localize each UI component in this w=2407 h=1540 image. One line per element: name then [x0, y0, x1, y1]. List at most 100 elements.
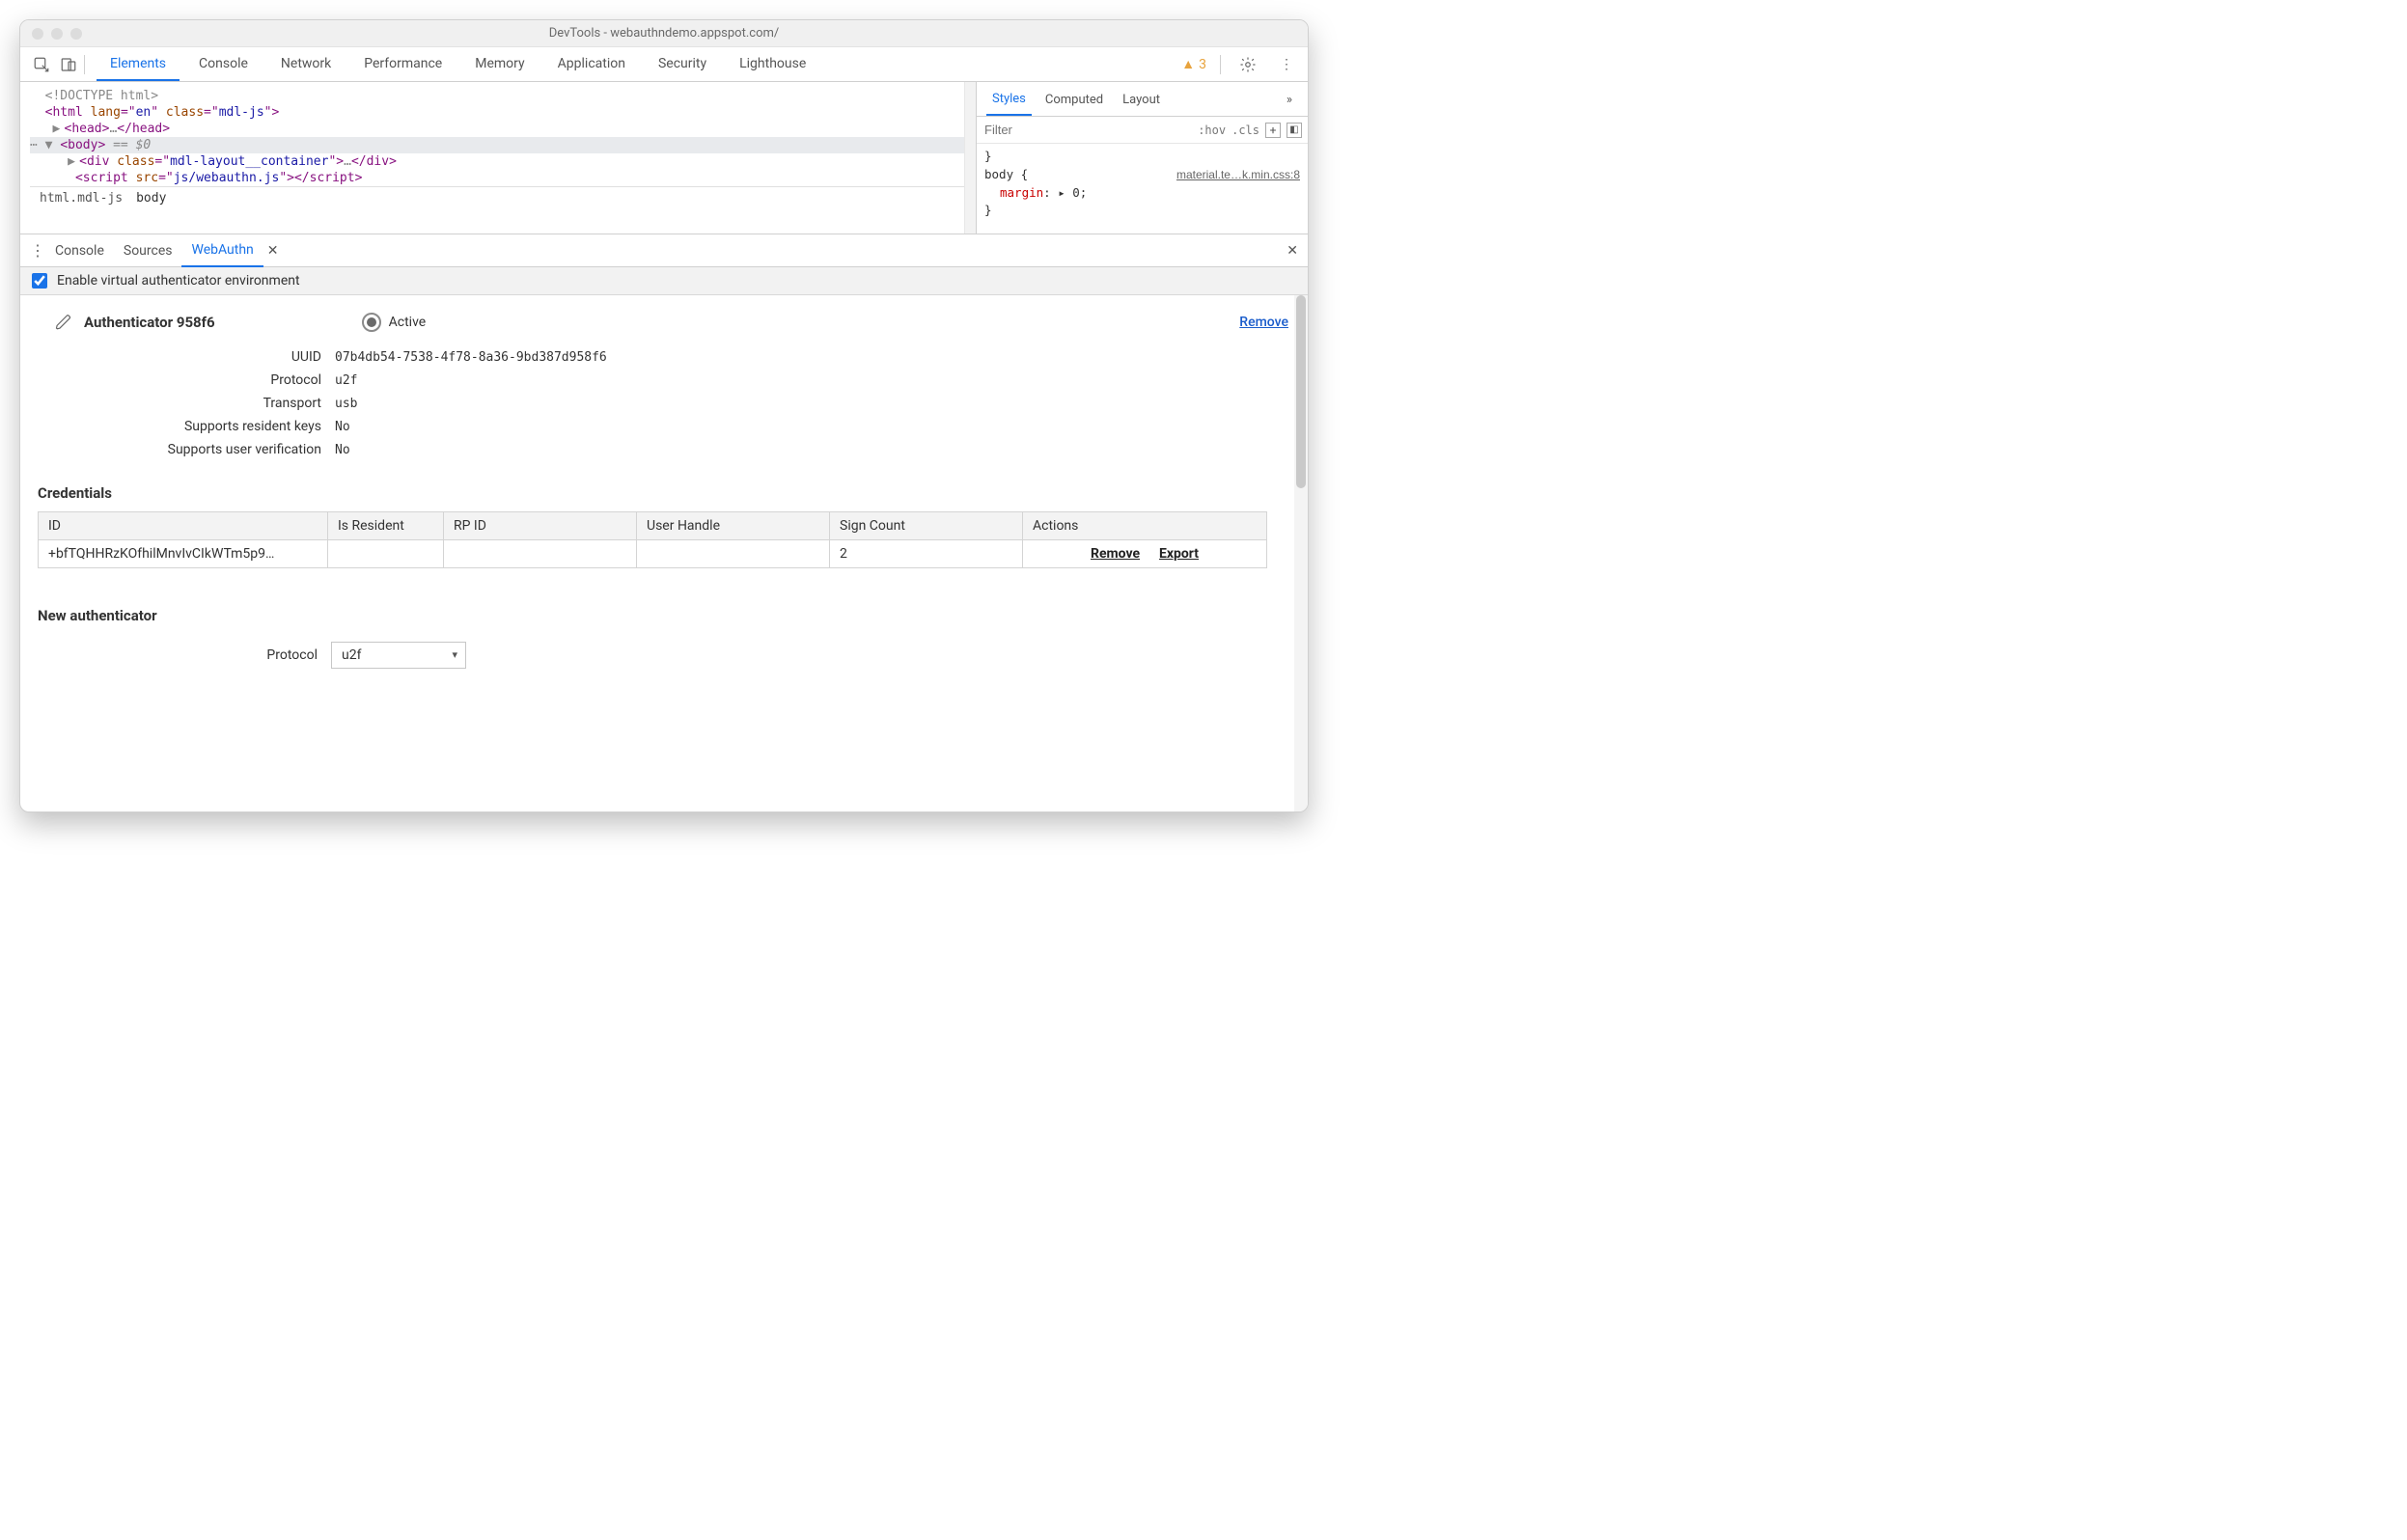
styles-filter-input[interactable]	[982, 119, 1192, 141]
rule-source-link[interactable]: material.te…k.min.css:8	[1176, 166, 1300, 184]
toolbar-divider	[1220, 55, 1221, 74]
toggle-sidebar-icon[interactable]: ◧	[1286, 123, 1302, 138]
drawer-menu-icon[interactable]: ⋮	[30, 241, 45, 260]
prop-uuid: UUID 07b4db54-7538-4f78-8a36-9bd387d958f…	[55, 345, 1288, 369]
prop-resident-keys: Supports resident keys No	[55, 415, 1288, 438]
prop-protocol: Protocol u2f	[55, 369, 1288, 392]
prop-user-verification: Supports user verification No	[55, 438, 1288, 461]
dom-line[interactable]: ▶<div class="mdl-layout__container">…</d…	[30, 153, 964, 170]
gear-icon[interactable]	[1234, 51, 1261, 78]
window-title: DevTools - webauthndemo.appspot.com/	[20, 26, 1308, 41]
warning-icon: ▲	[1181, 56, 1195, 72]
col-rp-id[interactable]: RP ID	[444, 512, 637, 540]
col-id[interactable]: ID	[39, 512, 328, 540]
tab-application[interactable]: Application	[544, 48, 639, 81]
dom-line[interactable]: ▶<head>…</head>	[30, 121, 964, 137]
device-toolbar-icon[interactable]	[55, 51, 82, 78]
tab-memory[interactable]: Memory	[461, 48, 538, 81]
traffic-lights	[32, 28, 82, 40]
dom-line[interactable]: <script src="js/webauthn.js"></script>	[30, 170, 964, 186]
active-label: Active	[389, 315, 427, 330]
kebab-menu-icon[interactable]: ⋮	[1273, 51, 1300, 78]
elements-panel: <!DOCTYPE html> <html lang="en" class="m…	[20, 82, 1308, 234]
col-sign-count[interactable]: Sign Count	[830, 512, 1023, 540]
drawer-tabs: ⋮ Console Sources WebAuthn ✕ ✕	[20, 234, 1308, 267]
dom-tree[interactable]: <!DOCTYPE html> <html lang="en" class="m…	[20, 82, 964, 234]
breadcrumbs: html.mdl-js body	[30, 186, 964, 209]
close-drawer-icon[interactable]: ✕	[1286, 243, 1298, 259]
table-header-row: ID Is Resident RP ID User Handle Sign Co…	[39, 512, 1267, 540]
toolbar-right: ▲ 3 ⋮	[1181, 51, 1300, 78]
new-authenticator-heading: New authenticator	[38, 607, 1288, 624]
styles-filter-row: :hov .cls + ◧	[977, 117, 1308, 144]
webauthn-panel: Authenticator 958f6 Active Remove UUID 0…	[20, 295, 1308, 811]
cred-actions: Remove Export	[1023, 540, 1267, 568]
dom-line-selected[interactable]: ⋯ ▼ <body> == $0	[30, 137, 964, 153]
enable-virtual-env-label: Enable virtual authenticator environment	[57, 273, 300, 289]
new-style-rule-icon[interactable]: +	[1265, 123, 1281, 138]
credentials-table: ID Is Resident RP ID User Handle Sign Co…	[38, 511, 1267, 568]
drawer-tab-webauthn[interactable]: WebAuthn	[181, 234, 263, 267]
dom-scrollbar[interactable]	[964, 82, 976, 234]
close-drawer-tab-icon[interactable]: ✕	[267, 243, 279, 259]
remove-authenticator-link[interactable]: Remove	[1239, 315, 1288, 330]
drawer-tab-sources[interactable]: Sources	[114, 235, 182, 266]
cls-toggle[interactable]: .cls	[1231, 124, 1259, 137]
radio-icon	[362, 313, 381, 332]
styles-more-icon[interactable]: »	[1281, 89, 1298, 115]
cred-is-resident	[328, 540, 444, 568]
toolbar-divider	[84, 55, 85, 74]
styles-sidebar: Styles Computed Layout » :hov .cls + ◧ }…	[976, 82, 1308, 234]
tab-lighthouse[interactable]: Lighthouse	[726, 48, 819, 81]
col-actions[interactable]: Actions	[1023, 512, 1267, 540]
authenticator-properties: UUID 07b4db54-7538-4f78-8a36-9bd387d958f…	[55, 345, 1288, 461]
dom-line[interactable]: <!DOCTYPE html>	[30, 88, 964, 104]
col-user-handle[interactable]: User Handle	[637, 512, 830, 540]
new-auth-protocol-row: Protocol u2f	[55, 642, 1288, 669]
prop-transport: Transport usb	[55, 392, 1288, 415]
hov-toggle[interactable]: :hov	[1198, 124, 1226, 137]
inspect-icon[interactable]	[28, 51, 55, 78]
new-auth-protocol-label: Protocol	[55, 647, 318, 663]
enable-virtual-env-bar: Enable virtual authenticator environment	[20, 267, 1308, 295]
authenticator-title: Authenticator 958f6	[84, 314, 215, 331]
enable-virtual-env-checkbox[interactable]	[32, 273, 47, 289]
active-radio[interactable]: Active	[362, 313, 427, 332]
cred-sign-count: 2	[830, 540, 1023, 568]
stab-styles[interactable]: Styles	[986, 88, 1032, 116]
main-toolbar: Elements Console Network Performance Mem…	[20, 47, 1308, 82]
tab-console[interactable]: Console	[185, 48, 262, 81]
pencil-icon[interactable]	[55, 314, 72, 331]
title-bar: DevTools - webauthndemo.appspot.com/	[20, 20, 1308, 47]
devtools-window: DevTools - webauthndemo.appspot.com/ Ele…	[19, 19, 1309, 812]
scrollbar-thumb[interactable]	[1296, 295, 1306, 488]
authenticator-header: Authenticator 958f6 Active Remove	[55, 313, 1288, 332]
panel-scrollbar[interactable]	[1294, 295, 1308, 811]
credentials-heading: Credentials	[38, 484, 1288, 502]
warnings-number: 3	[1199, 57, 1206, 72]
cred-remove-link[interactable]: Remove	[1091, 546, 1140, 562]
stab-layout[interactable]: Layout	[1117, 89, 1166, 115]
styles-tabs: Styles Computed Layout »	[977, 82, 1308, 117]
tab-elements[interactable]: Elements	[97, 48, 180, 81]
styles-body[interactable]: } body { material.te…k.min.css:8 margin:…	[977, 144, 1308, 224]
main-tabs: Elements Console Network Performance Mem…	[97, 48, 819, 81]
cred-export-link[interactable]: Export	[1159, 546, 1199, 562]
protocol-select[interactable]: u2f	[331, 642, 466, 669]
cred-user-handle	[637, 540, 830, 568]
cred-rp-id	[444, 540, 637, 568]
tab-performance[interactable]: Performance	[350, 48, 456, 81]
col-is-resident[interactable]: Is Resident	[328, 512, 444, 540]
stab-computed[interactable]: Computed	[1039, 89, 1109, 115]
minimize-traffic-light[interactable]	[51, 28, 63, 40]
crumb-body[interactable]: body	[136, 191, 166, 206]
crumb-html[interactable]: html.mdl-js	[40, 191, 123, 206]
cred-id: +bfTQHHRzKOfhilMnvIvCIkWTm5p9…	[39, 540, 328, 568]
dom-line[interactable]: <html lang="en" class="mdl-js">	[30, 104, 964, 121]
close-traffic-light[interactable]	[32, 28, 43, 40]
zoom-traffic-light[interactable]	[70, 28, 82, 40]
tab-security[interactable]: Security	[645, 48, 720, 81]
warnings-count[interactable]: ▲ 3	[1181, 56, 1206, 72]
tab-network[interactable]: Network	[267, 48, 345, 81]
drawer-tab-console[interactable]: Console	[45, 235, 114, 266]
